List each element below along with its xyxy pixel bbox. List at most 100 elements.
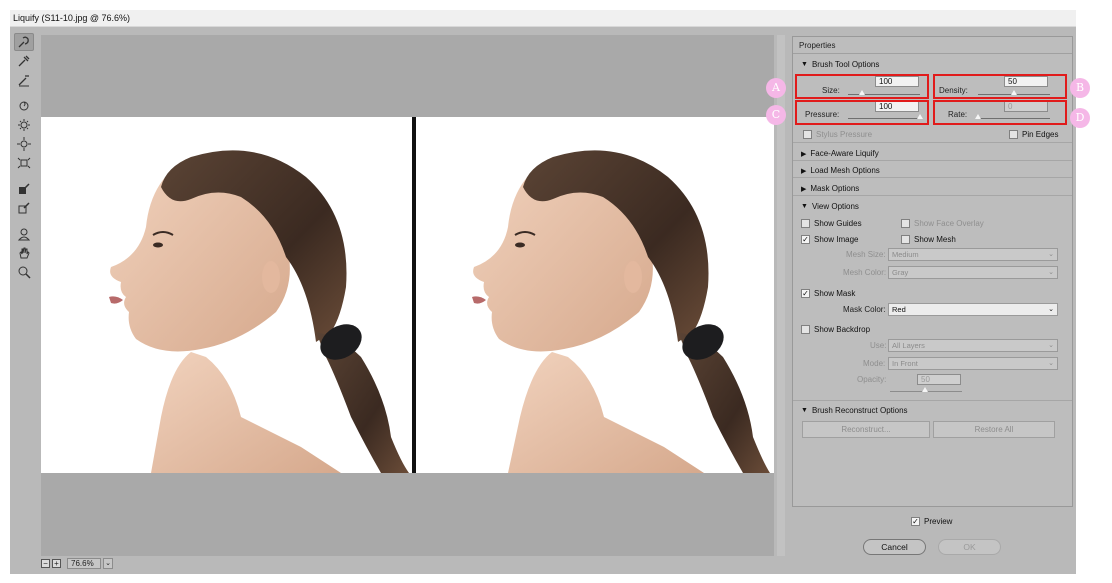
- chevron-down-icon: ⌄: [1048, 269, 1054, 276]
- mesh-size-label: Mesh Size:: [846, 250, 886, 259]
- separator: [793, 400, 1072, 401]
- load-mesh-options-header[interactable]: ▶ Load Mesh Options: [801, 166, 880, 175]
- stylus-pressure-option[interactable]: Stylus Pressure: [803, 130, 872, 139]
- show-backdrop-checkbox[interactable]: [801, 325, 810, 334]
- face-aware-liquify-header[interactable]: ▶ Face-Aware Liquify: [801, 149, 879, 158]
- show-guides-checkbox[interactable]: [801, 219, 810, 228]
- mode-value: In Front: [892, 359, 918, 368]
- use-dropdown[interactable]: All Layers ⌄: [888, 339, 1058, 352]
- chevron-down-icon: ⌄: [1048, 251, 1054, 258]
- mask-options-header[interactable]: ▶ Mask Options: [801, 184, 859, 193]
- show-mask-option[interactable]: ✓ Show Mask: [801, 289, 855, 298]
- mask-color-dropdown[interactable]: Red ⌄: [888, 303, 1058, 316]
- before-after-divider: [409, 117, 418, 473]
- zoom-out-button[interactable]: −: [41, 558, 50, 568]
- stylus-pressure-checkbox[interactable]: [803, 130, 812, 139]
- photo-after: [418, 117, 774, 473]
- show-face-overlay-option[interactable]: Show Face Overlay: [901, 219, 984, 228]
- mesh-color-label: Mesh Color:: [843, 268, 887, 277]
- show-image-checkbox[interactable]: ✓: [801, 235, 810, 244]
- properties-title: Properties: [793, 37, 1072, 54]
- preview-option[interactable]: ✓ Preview: [911, 517, 952, 526]
- expand-triangle-icon: ▶: [801, 167, 807, 175]
- mask-color-value: Red: [892, 305, 906, 314]
- collapse-triangle-icon: ▼: [801, 203, 808, 210]
- reconstruct-icon[interactable]: [14, 52, 34, 70]
- callout-badge-b: B: [1070, 78, 1090, 98]
- section-label: Brush Tool Options: [811, 60, 880, 69]
- show-backdrop-label: Show Backdrop: [814, 325, 871, 334]
- chevron-down-icon: ⌄: [1048, 306, 1054, 313]
- cancel-button[interactable]: Cancel: [863, 539, 926, 555]
- callout-badge-d: D: [1070, 108, 1090, 128]
- reconstruct-button[interactable]: Reconstruct...: [802, 421, 930, 438]
- highlight-box-size: [795, 74, 929, 99]
- show-face-overlay-checkbox[interactable]: [901, 219, 910, 228]
- collapse-triangle-icon: ▼: [801, 407, 808, 414]
- preview-canvas[interactable]: [41, 35, 774, 556]
- zoom-in-button[interactable]: +: [52, 558, 61, 568]
- separator: [793, 142, 1072, 143]
- opacity-slider-thumb[interactable]: [922, 387, 928, 392]
- expand-triangle-icon: ▶: [801, 185, 807, 193]
- show-mesh-option[interactable]: Show Mesh: [901, 235, 956, 244]
- mesh-size-value: Medium: [892, 250, 919, 259]
- pin-edges-checkbox[interactable]: [1009, 130, 1018, 139]
- show-image-option[interactable]: ✓ Show Image: [801, 235, 858, 244]
- ok-button[interactable]: OK: [938, 539, 1001, 555]
- section-label: Brush Reconstruct Options: [811, 406, 908, 415]
- expand-triangle-icon: ▶: [801, 150, 807, 158]
- section-label: Mask Options: [810, 184, 860, 193]
- freeze-mask-icon[interactable]: [14, 180, 34, 198]
- pin-edges-option[interactable]: Pin Edges: [1009, 130, 1058, 139]
- zoom-icon[interactable]: [14, 263, 34, 281]
- mode-dropdown[interactable]: In Front ⌄: [888, 357, 1058, 370]
- preview-checkbox[interactable]: ✓: [911, 517, 920, 526]
- stylus-pressure-label: Stylus Pressure: [816, 130, 873, 139]
- preview-label: Preview: [924, 517, 953, 526]
- view-options-header[interactable]: ▼ View Options: [801, 202, 859, 211]
- show-mask-checkbox[interactable]: ✓: [801, 289, 810, 298]
- properties-panel: Properties ▼ Brush Tool Options Size: 10…: [792, 36, 1073, 507]
- show-guides-option[interactable]: Show Guides: [801, 219, 862, 228]
- twirl-icon[interactable]: [14, 97, 34, 115]
- show-mesh-label: Show Mesh: [914, 235, 956, 244]
- chevron-down-icon: ⌄: [1048, 342, 1054, 349]
- mesh-size-dropdown[interactable]: Medium ⌄: [888, 248, 1058, 261]
- brush-tool-options-header[interactable]: ▼ Brush Tool Options: [801, 60, 879, 69]
- highlight-box-rate: [933, 100, 1067, 125]
- bloat-icon[interactable]: [14, 135, 34, 153]
- smooth-icon[interactable]: [14, 71, 34, 89]
- separator: [793, 160, 1072, 161]
- chevron-down-icon: ⌄: [1048, 360, 1054, 367]
- zoom-controls: − + 76.6% ⌄: [41, 557, 113, 569]
- face-tool-icon[interactable]: [14, 225, 34, 243]
- mesh-color-dropdown[interactable]: Gray ⌄: [888, 266, 1058, 279]
- mask-color-label: Mask Color:: [843, 305, 886, 314]
- zoom-level-field[interactable]: 76.6%: [67, 557, 101, 569]
- hand-icon[interactable]: [14, 244, 34, 262]
- tools-panel: [12, 32, 36, 282]
- mesh-color-value: Gray: [892, 268, 909, 277]
- pin-edges-label: Pin Edges: [1022, 130, 1059, 139]
- window-title: Liquify (S11-10.jpg @ 76.6%): [10, 10, 1076, 27]
- show-mesh-checkbox[interactable]: [901, 235, 910, 244]
- photo-comparison: [41, 117, 774, 473]
- separator: [793, 195, 1072, 196]
- show-backdrop-option[interactable]: Show Backdrop: [801, 325, 870, 334]
- section-label: Face-Aware Liquify: [810, 149, 879, 158]
- push-left-icon[interactable]: [14, 154, 34, 172]
- opacity-field[interactable]: 50: [917, 374, 961, 385]
- thaw-mask-icon[interactable]: [14, 199, 34, 217]
- opacity-label: Opacity:: [857, 375, 887, 384]
- pucker-icon[interactable]: [14, 116, 34, 134]
- restore-all-button[interactable]: Restore All: [933, 421, 1055, 438]
- brush-reconstruct-options-header[interactable]: ▼ Brush Reconstruct Options: [801, 406, 908, 415]
- highlight-box-density: [933, 74, 1067, 99]
- forward-warp-icon[interactable]: [14, 33, 34, 51]
- liquify-dialog: − + 76.6% ⌄ Properties ▼ Brush Tool Opti…: [10, 27, 1090, 574]
- collapse-triangle-icon: ▼: [801, 61, 808, 68]
- section-label: View Options: [811, 202, 859, 211]
- use-label: Use:: [870, 341, 887, 350]
- zoom-dropdown-button[interactable]: ⌄: [103, 557, 113, 569]
